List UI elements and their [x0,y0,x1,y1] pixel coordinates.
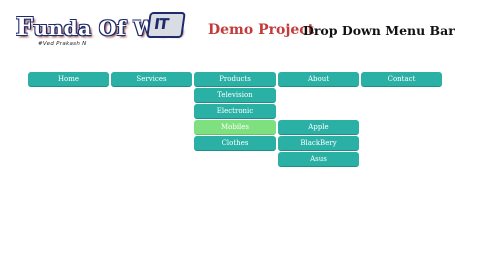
drop-down-menu-title: Drop Down Menu Bar [303,23,455,38]
menu-item-services[interactable]: Services [111,72,192,87]
menu-item-home[interactable]: Home [28,72,109,87]
submenu-item-blackberry[interactable]: BlackBery [278,136,359,151]
menu-item-products[interactable]: Products [194,72,276,87]
menu-item-about[interactable]: About [278,72,359,87]
demo-project-title: Demo Project [208,22,315,38]
site-logo: Funda Of Web #Ved Prakash N IT [16,8,186,58]
submenu-item-clothes[interactable]: Clothes [194,136,276,151]
submenu-item-electronic[interactable]: Electronic [194,104,276,119]
logo-it-icon: IT [146,12,186,38]
menu-item-contact[interactable]: Contact [361,72,442,87]
submenu-item-mobiles[interactable]: Mobiles [194,120,276,135]
submenu-item-asus[interactable]: Asus [278,152,359,167]
logo-byline: #Ved Prakash N [38,41,87,47]
submenu-item-apple[interactable]: Apple [278,120,359,135]
submenu-item-television[interactable]: Television [194,88,276,103]
